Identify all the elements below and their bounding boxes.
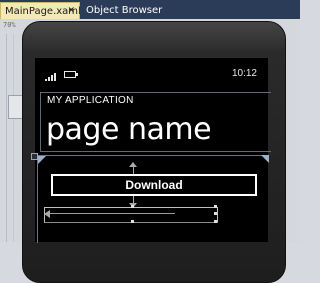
resize-handle-bottom[interactable] <box>131 220 134 223</box>
tab-mainpage-xaml[interactable]: MainPage.xaml ✕ <box>0 2 81 20</box>
page-title[interactable]: page name <box>46 112 212 147</box>
grid-adorner-icon[interactable] <box>31 153 38 160</box>
tab-object-browser[interactable]: Object Browser <box>82 2 166 19</box>
document-tab-bar: MainPage.xaml ✕ Object Browser <box>0 0 300 19</box>
resize-handle-bottom-right[interactable] <box>214 220 217 223</box>
signal-icon <box>45 71 57 81</box>
margin-guide-left <box>50 213 175 214</box>
application-title[interactable]: MY APPLICATION <box>47 95 134 106</box>
download-button[interactable]: Download <box>51 174 257 196</box>
content-panel-selection[interactable] <box>37 155 268 243</box>
battery-icon <box>64 71 78 78</box>
resize-handle-right[interactable] <box>214 212 217 215</box>
zoom-level[interactable]: 70% <box>3 21 16 29</box>
clock: 10:12 <box>231 68 257 79</box>
status-bar: 10:12 <box>35 68 268 82</box>
tab-label: Object Browser <box>86 5 163 16</box>
close-icon[interactable]: ✕ <box>67 3 75 20</box>
resize-handle-top-right[interactable] <box>214 205 217 208</box>
resize-handle-top[interactable] <box>131 205 134 208</box>
margin-arrow-left-icon <box>44 210 50 218</box>
vertical-ruler <box>6 34 14 242</box>
selection-corner-marker <box>261 155 269 163</box>
